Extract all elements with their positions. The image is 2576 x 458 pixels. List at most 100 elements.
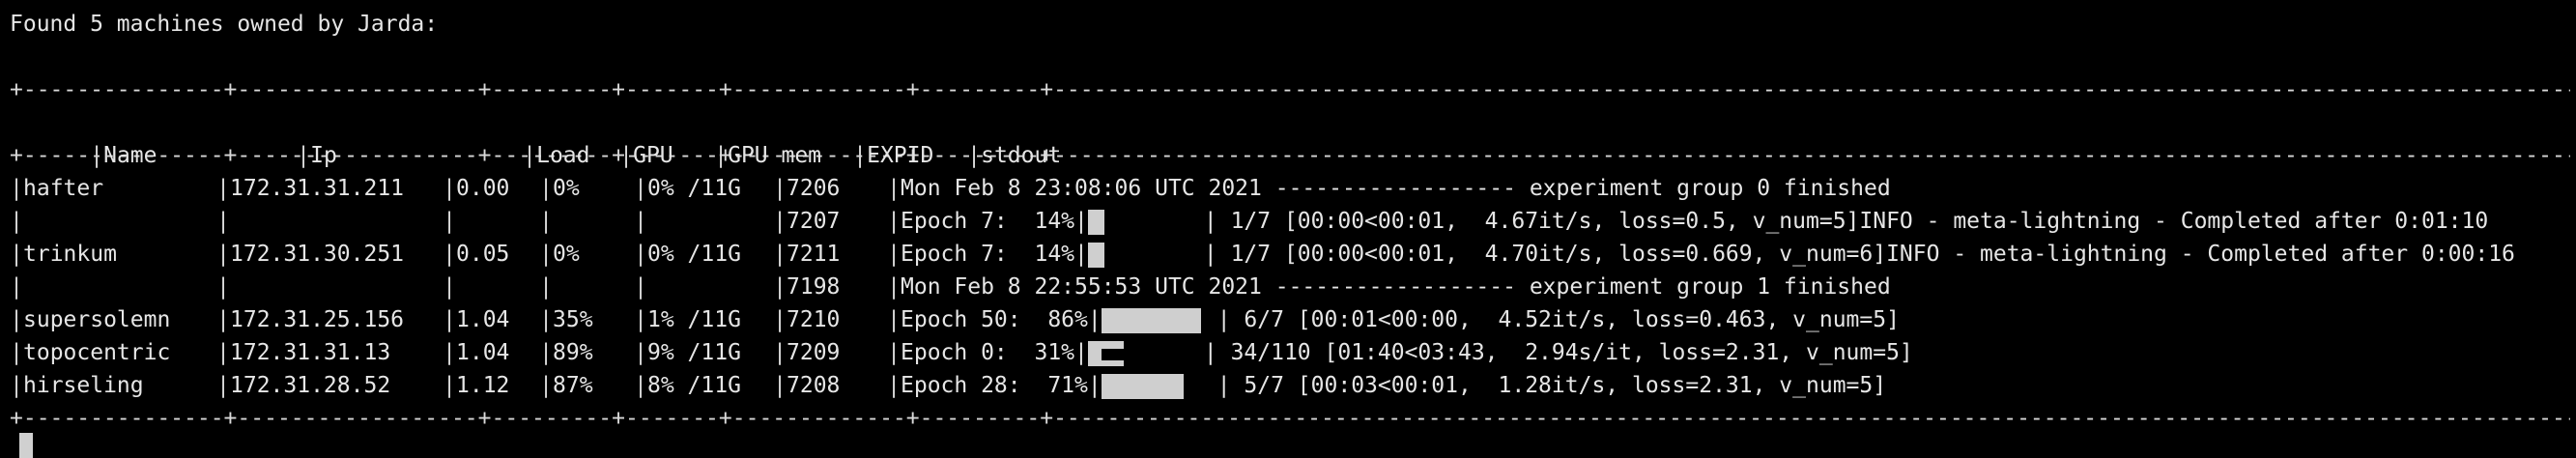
machine-name: hafter [23,176,104,201]
cell-separator: | [10,373,23,398]
cell-separator: | [443,209,456,234]
cell-separator: | [90,143,104,168]
cell-separator: | [634,340,647,365]
cell-separator: | [10,242,23,267]
stdout-prefix: Epoch 7: 14%| [901,242,1088,267]
table-body: |hafter |172.31.31.211 |0.00 |0% |0% /11G |72… [10,172,2570,402]
table-top-rule: +---------------+------------------+----… [10,77,2570,102]
progress-gap [1101,348,1124,360]
cell-separator: | [539,242,553,267]
cell-separator: | [10,209,23,234]
cell-separator: | [539,176,553,201]
stdout-output: Epoch 7: 14%| | 1/7 [00:00<00:01, 4.67it/… [901,205,2576,238]
machine-gpu-mem: 1% /11G [647,307,741,332]
cell-separator: | [216,307,230,332]
cell-separator: | [443,340,456,365]
stdout-output: Mon Feb 8 22:55:53 UTC 2021 ------------… [901,274,1891,300]
cell-separator: | [773,307,787,332]
cell-separator: | [216,242,230,267]
experiment-id: 7209 [787,340,841,365]
cell-separator: | [619,143,634,168]
cell-separator: | [539,274,553,300]
stdout-suffix: | 6/7 [00:01<00:00, 4.52it/s, loss=0.463… [1216,307,1900,332]
machine-load: 1.04 [456,307,510,332]
cell-separator: | [634,242,647,267]
cell-separator: | [216,209,230,234]
col-header-gpu-mem: GPU mem [728,143,822,168]
col-header-stdout: stdout [981,143,1062,168]
machine-load: 0.05 [456,242,510,267]
cell-separator: | [216,274,230,300]
cell-separator: | [773,340,787,365]
stdout-suffix: | 1/7 [00:00<00:01, 4.70it/s, loss=0.669… [1203,242,2515,267]
cell-separator: | [10,307,23,332]
progress-fill [1101,373,1184,399]
stdout-prefix: Epoch 0: 31%| [901,340,1088,365]
machine-gpu: 0% [553,242,580,267]
stdout-output: Epoch 7: 14%| | 1/7 [00:00<00:01, 4.70it/… [901,238,2576,271]
stdout-prefix: Epoch 28: 71%| [901,373,1102,398]
cell-separator: | [443,307,456,332]
cell-separator: | [297,143,311,168]
progress-fill [1087,242,1104,268]
machine-ip: 172.31.28.52 [230,373,391,398]
progress-bar [1087,241,1204,270]
machine-gpu-mem: 0% /11G [647,176,741,201]
machine-gpu-mem: 9% /11G [647,340,741,365]
stdout-output: Epoch 0: 31%| | 34/110 [01:40<03:43, 2.94… [901,336,2576,369]
col-header-expid: EXPID [867,143,934,168]
cell-separator: | [539,340,553,365]
experiment-id: 7208 [787,373,841,398]
experiment-id: 7211 [787,242,841,267]
table-row: |hafter |172.31.31.211 |0.00 |0% |0% /11G |72… [10,172,2570,205]
table-row: |topocentric |172.31.31.13 |1.04 |89% |9% /1… [10,336,2570,369]
progress-bar [1101,306,1217,335]
cell-separator: | [887,242,901,267]
cell-separator: | [443,242,456,267]
machine-name: topocentric [23,340,171,365]
table-row: |hirseling |172.31.28.52 |1.12 |87% |8% /11G… [10,369,2570,402]
terminal-cursor [19,433,33,458]
cell-separator: | [539,209,553,234]
cell-separator: | [887,176,901,201]
col-header-name: Name [103,143,157,168]
cell-separator: | [853,143,868,168]
cell-separator: | [10,274,23,300]
table-row: |trinkum |172.31.30.251 |0.05 |0% |0% /11G |7… [10,238,2570,271]
machine-ip: 172.31.31.211 [230,176,405,201]
cell-separator: | [539,307,553,332]
experiment-id: 7207 [787,209,841,234]
col-header-gpu: GPU [633,143,673,168]
progress-fill [1101,307,1201,333]
table-row: | | | | | |7198 |Mon Feb 8 22:55:53 UTC 2021 -… [10,271,2570,303]
cell-separator: | [773,209,787,234]
cell-separator: | [887,209,901,234]
experiment-id: 7198 [787,274,841,300]
progress-bar [1087,339,1204,368]
machine-gpu: 0% [553,176,580,201]
cell-separator: | [634,373,647,398]
cell-separator: | [773,176,787,201]
machine-load: 0.00 [456,176,510,201]
table-row: |supersolemn |172.31.25.156 |1.04 |35% |1% /… [10,303,2570,336]
cell-separator: | [216,176,230,201]
table-row: | | | | | |7207 |Epoch 7: 14%| | 1/7 [00:00<00:… [10,205,2570,238]
cell-separator: | [539,373,553,398]
progress-bar [1101,372,1217,401]
table-header-row: |Name|Ip|Load|GPU|GPU mem|EXPID|stdout| [10,106,2570,168]
cell-separator: | [523,143,537,168]
cell-separator: | [773,373,787,398]
stdout-suffix: | 5/7 [00:03<00:01, 1.28it/s, loss=2.31,… [1216,373,1887,398]
stdout-prefix: Epoch 50: 86%| [901,307,1102,332]
cell-separator: | [634,274,647,300]
progress-bar [1087,208,1204,237]
machine-gpu-mem: 0% /11G [647,242,741,267]
cell-separator: | [887,274,901,300]
machine-gpu: 89% [553,340,593,365]
machine-gpu: 35% [553,307,593,332]
progress-fill [1087,209,1104,235]
table-bottom-rule: +---------------+------------------+----… [10,406,2570,431]
cell-separator: | [443,176,456,201]
cell-separator: | [887,373,901,398]
